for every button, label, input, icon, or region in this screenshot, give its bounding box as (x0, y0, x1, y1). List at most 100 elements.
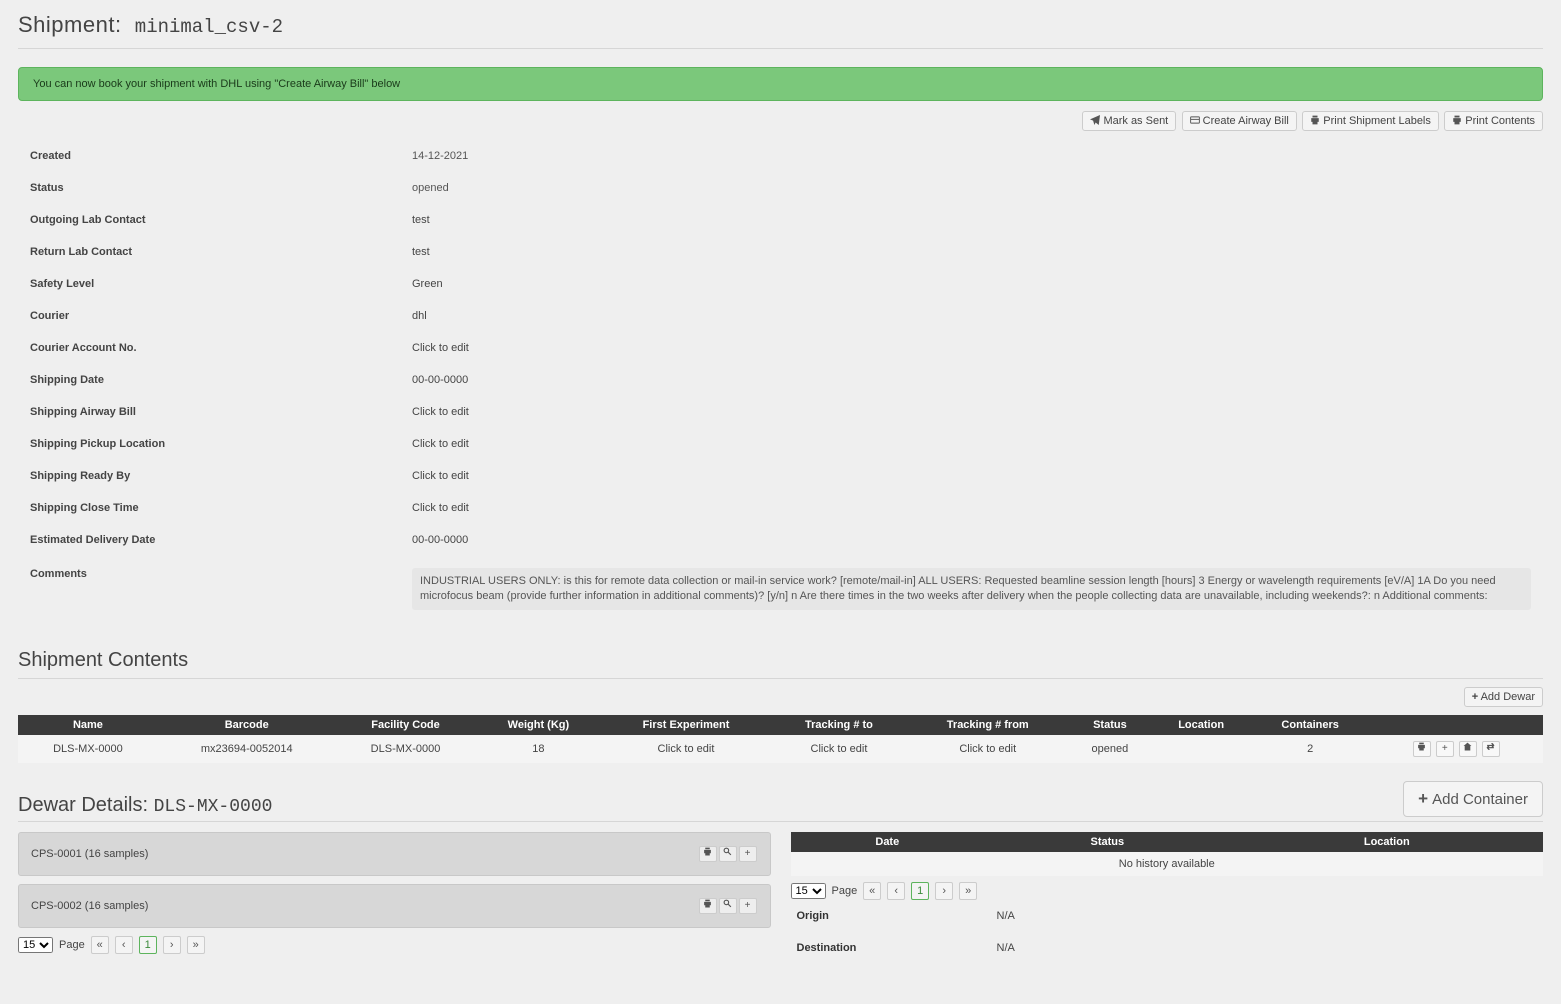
history-column-header: Location (1231, 832, 1543, 852)
detail-label: Safety Level (20, 269, 400, 299)
container-label: CPS-0001 (16 samples) (31, 848, 148, 860)
detail-value[interactable]: test (402, 205, 1541, 235)
pager-first-button[interactable]: « (91, 936, 109, 954)
destination-row: Destination N/A (791, 932, 1544, 964)
banner-text: You can now book your shipment with DHL … (33, 78, 400, 90)
detail-value[interactable]: Click to edit (402, 493, 1541, 523)
dewar-tracking-from[interactable]: Click to edit (907, 735, 1068, 763)
dewars-column-header: First Experiment (601, 715, 770, 735)
dewars-column-header: Tracking # from (907, 715, 1068, 735)
pager-prev-button[interactable]: ‹ (115, 936, 133, 954)
origin-label: Origin (797, 910, 997, 922)
pager-current-page[interactable]: 1 (911, 882, 929, 900)
print-icon (1310, 115, 1320, 125)
plus-icon: + (1472, 691, 1478, 703)
container-print-button[interactable] (699, 846, 717, 862)
create-airway-bill-button[interactable]: Create Airway Bill (1182, 111, 1297, 131)
containers-pager: 15 Page « ‹ 1 › » (18, 936, 771, 954)
dewar-transfer-button[interactable] (1482, 741, 1500, 757)
print-icon (1417, 742, 1426, 751)
detail-label: Shipping Close Time (20, 493, 400, 523)
pager-first-button[interactable]: « (863, 882, 881, 900)
dewar-heading-name: DLS-MX-0000 (154, 797, 273, 817)
page-size-select[interactable]: 15 (791, 883, 826, 899)
add-dewar-label: Add Dewar (1481, 691, 1535, 703)
pager-next-button[interactable]: › (163, 936, 181, 954)
dewar-row-actions: + (1370, 735, 1543, 763)
print-icon (703, 847, 712, 856)
dewars-column-header: Barcode (158, 715, 336, 735)
print-contents-button[interactable]: Print Contents (1444, 111, 1543, 131)
mark-as-sent-button[interactable]: Mark as Sent (1082, 111, 1176, 131)
container-view-button[interactable] (719, 846, 737, 862)
shipment-details-table: Created14-12-2021StatusopenedOutgoing La… (18, 139, 1543, 557)
table-row[interactable]: DLS-MX-0000 mx23694-0052014 DLS-MX-0000 … (18, 735, 1543, 763)
detail-label: Return Lab Contact (20, 237, 400, 267)
container-card[interactable]: CPS-0002 (16 samples) + (18, 884, 771, 928)
detail-label: Created (20, 141, 400, 171)
detail-label: Shipping Date (20, 365, 400, 395)
dewars-column-header: Tracking # to (771, 715, 908, 735)
dewar-barcode: mx23694-0052014 (158, 735, 336, 763)
page-size-select[interactable]: 15 (18, 937, 53, 953)
comments-value[interactable]: INDUSTRIAL USERS ONLY: is this for remot… (412, 568, 1531, 610)
container-add-button[interactable]: + (739, 846, 757, 862)
dewar-facility-code: DLS-MX-0000 (336, 735, 476, 763)
card-icon (1190, 115, 1200, 125)
success-banner: You can now book your shipment with DHL … (18, 67, 1543, 101)
container-actions: + (698, 898, 758, 914)
detail-value[interactable]: dhl (402, 301, 1541, 331)
add-dewar-button[interactable]: + Add Dewar (1464, 687, 1543, 707)
plane-icon (1090, 115, 1100, 125)
title-prefix: Shipment: (18, 12, 122, 37)
detail-value[interactable]: Green (402, 269, 1541, 299)
print-shipment-labels-button[interactable]: Print Shipment Labels (1302, 111, 1439, 131)
origin-row: Origin N/A (791, 900, 1544, 932)
dewar-weight[interactable]: 18 (475, 735, 601, 763)
pager-last-button[interactable]: » (959, 882, 977, 900)
page-label: Page (59, 939, 85, 951)
pager-next-button[interactable]: › (935, 882, 953, 900)
plus-icon: + (1418, 789, 1428, 808)
detail-label: Shipping Airway Bill (20, 397, 400, 427)
dewar-tracking-to[interactable]: Click to edit (771, 735, 908, 763)
shipment-name: minimal_csv-2 (135, 16, 283, 38)
history-column-header: Date (791, 832, 985, 852)
dewar-home-button[interactable] (1459, 741, 1477, 757)
destination-label: Destination (797, 942, 997, 954)
detail-value[interactable]: 00-00-0000 (402, 365, 1541, 395)
detail-value[interactable]: Click to edit (402, 429, 1541, 459)
dewar-status: opened (1068, 735, 1151, 763)
pager-prev-button[interactable]: ‹ (887, 882, 905, 900)
page-title: Shipment: minimal_csv-2 (18, 0, 1543, 49)
history-table: DateStatusLocation No history available (791, 832, 1544, 876)
detail-label: Estimated Delivery Date (20, 525, 400, 555)
print-dewar-button[interactable] (1413, 741, 1431, 757)
mark-sent-label: Mark as Sent (1103, 115, 1168, 127)
shipment-actions: Mark as Sent Create Airway Bill Print Sh… (18, 111, 1543, 131)
comments-row: Comments INDUSTRIAL USERS ONLY: is this … (18, 557, 1543, 621)
container-card[interactable]: CPS-0001 (16 samples) + (18, 832, 771, 876)
detail-value[interactable]: test (402, 237, 1541, 267)
detail-value[interactable]: Click to edit (402, 461, 1541, 491)
container-add-button[interactable]: + (739, 898, 757, 914)
detail-value: opened (402, 173, 1541, 203)
dewar-location (1152, 735, 1251, 763)
dewar-first-experiment[interactable]: Click to edit (601, 735, 770, 763)
pager-last-button[interactable]: » (187, 936, 205, 954)
add-to-dewar-button[interactable]: + (1436, 741, 1454, 757)
create-awb-label: Create Airway Bill (1203, 115, 1289, 127)
container-view-button[interactable] (719, 898, 737, 914)
detail-value[interactable]: Click to edit (402, 397, 1541, 427)
dewars-column-header: Location (1152, 715, 1251, 735)
dewars-column-header: Facility Code (336, 715, 476, 735)
container-label: CPS-0002 (16 samples) (31, 900, 148, 912)
detail-value[interactable]: 00-00-0000 (402, 525, 1541, 555)
container-print-button[interactable] (699, 898, 717, 914)
home-icon (1463, 742, 1472, 751)
detail-value[interactable]: Click to edit (402, 333, 1541, 363)
dewars-table: NameBarcodeFacility CodeWeight (Kg)First… (18, 715, 1543, 763)
history-pager: 15 Page « ‹ 1 › » (791, 882, 1544, 900)
pager-current-page[interactable]: 1 (139, 936, 157, 954)
add-container-button[interactable]: +Add Container (1403, 781, 1543, 817)
